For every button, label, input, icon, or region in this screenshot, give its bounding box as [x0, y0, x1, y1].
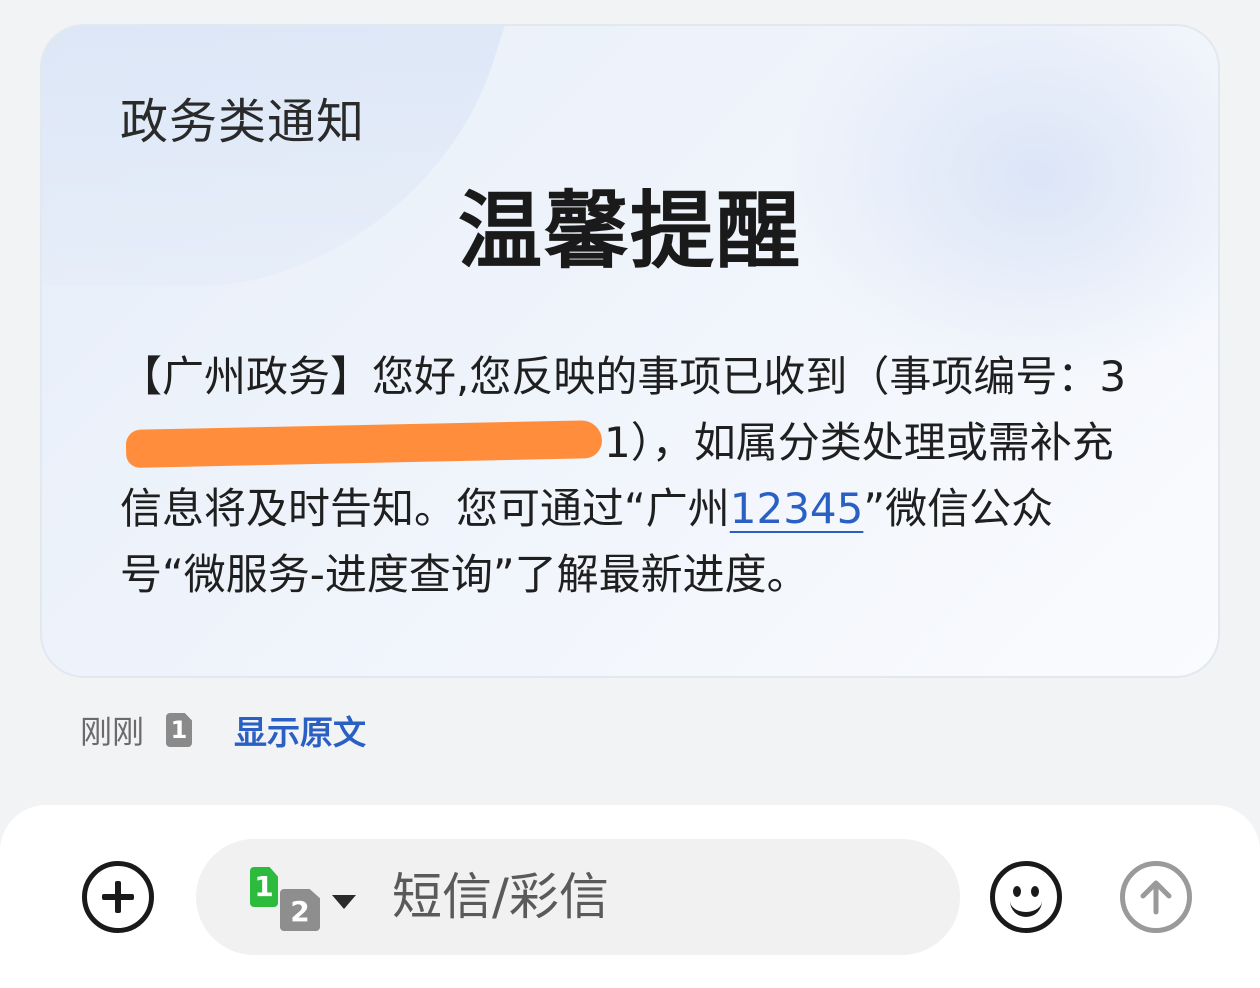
message-body-redacted-tail: 1），	[604, 418, 694, 467]
message-composer: 1 2 短信/彩信	[0, 805, 1260, 988]
smiley-mouth	[1010, 894, 1042, 917]
arrow-up-circle-icon[interactable]	[1120, 861, 1192, 933]
notification-category: 政务类通知	[120, 94, 366, 150]
sim1-icon: 1	[250, 867, 278, 907]
plus-circle-icon[interactable]	[82, 861, 154, 933]
message-input-placeholder: 短信/彩信	[392, 868, 609, 926]
sim2-icon: 2	[280, 889, 320, 931]
message-timestamp: 刚刚	[80, 713, 145, 751]
message-input[interactable]: 1 2 短信/彩信	[196, 839, 960, 955]
show-original-link[interactable]: 显示原文	[234, 706, 366, 754]
hotline-link[interactable]: 12345	[730, 484, 864, 533]
sim-selector[interactable]: 1 2	[248, 867, 358, 931]
smiley-icon[interactable]	[990, 861, 1062, 933]
caret-down-icon	[332, 895, 356, 909]
sim-card-badge-icon: 1	[166, 713, 193, 747]
message-body-part1: 【广州政务】您好,您反映的事项已收到（事项编号：3	[120, 352, 1127, 401]
message-meta: 刚刚 1 显示原文	[80, 708, 366, 752]
message-title: 温馨提醒	[457, 182, 802, 280]
message-body: 【广州政务】您好,您反映的事项已收到（事项编号：31），如属分类处理或需补充信息…	[120, 344, 1140, 608]
redaction-mark	[122, 423, 602, 463]
send-arrow-icon	[1140, 880, 1172, 915]
message-card: 政务类通知 温馨提醒 【广州政务】您好,您反映的事项已收到（事项编号：31），如…	[40, 24, 1220, 678]
